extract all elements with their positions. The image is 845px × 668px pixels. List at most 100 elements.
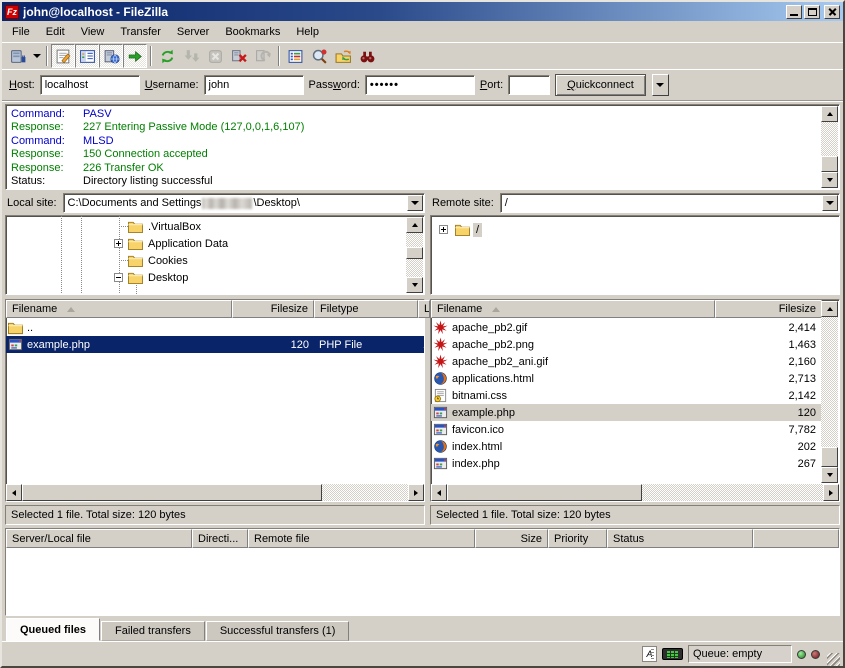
quickconnect-dropdown[interactable] xyxy=(652,74,669,96)
local-horizontal-scrollbar[interactable] xyxy=(6,484,424,501)
toggle-remote-treeview-button[interactable] xyxy=(99,44,123,68)
tab-successful-transfers[interactable]: Successful transfers (1) xyxy=(206,621,350,641)
file-row[interactable]: .. xyxy=(6,319,424,336)
scroll-thumb[interactable] xyxy=(447,484,642,501)
toolbar-separator xyxy=(46,46,48,66)
synchronized-browsing-button[interactable] xyxy=(331,44,355,68)
port-input[interactable] xyxy=(508,75,550,95)
resize-grip[interactable] xyxy=(827,653,840,666)
scroll-thumb[interactable] xyxy=(22,484,322,501)
scroll-up-button[interactable] xyxy=(821,106,838,122)
scroll-up-button[interactable] xyxy=(821,301,838,317)
column-header-filetype[interactable]: Filetype xyxy=(314,300,418,318)
file-row-selected[interactable]: example.php 120 xyxy=(431,404,822,421)
password-input[interactable]: •••••• xyxy=(365,75,475,95)
toggle-local-treeview-button[interactable] xyxy=(75,44,99,68)
message-log: Command:PASV Response:227 Entering Passi… xyxy=(5,104,840,190)
close-button[interactable] xyxy=(824,5,840,19)
queue-column-direction[interactable]: Directi... xyxy=(192,529,248,548)
disconnect-button[interactable] xyxy=(227,44,251,68)
scroll-down-button[interactable] xyxy=(821,467,838,483)
file-row[interactable]: index.html 202 xyxy=(431,438,822,455)
remote-list-scrollbar[interactable] xyxy=(821,301,838,483)
column-header-filename[interactable]: Filename xyxy=(6,300,232,318)
data-type-ascii-icon[interactable]: A xyxy=(642,646,657,662)
file-row[interactable]: apache_pb2_ani.gif 2,160 xyxy=(431,353,822,370)
queue-column-priority[interactable]: Priority xyxy=(548,529,607,548)
tree-item[interactable]: Cookies xyxy=(6,252,424,269)
remote-horizontal-scrollbar[interactable] xyxy=(431,484,839,501)
scroll-thumb[interactable] xyxy=(821,447,838,467)
file-row[interactable]: apache_pb2.png 1,463 xyxy=(431,336,822,353)
log-scrollbar[interactable] xyxy=(821,106,838,188)
column-header-filename[interactable]: Filename xyxy=(431,300,715,318)
column-header-last-modified[interactable]: L xyxy=(418,300,430,318)
queue-tab-bar: Queued files Failed transfers Successful… xyxy=(2,616,843,641)
menu-help[interactable]: Help xyxy=(288,23,327,41)
file-row[interactable]: apache_pb2.gif 2,414 xyxy=(431,319,822,336)
tab-failed-transfers[interactable]: Failed transfers xyxy=(101,621,205,641)
expand-icon[interactable] xyxy=(114,239,123,248)
scroll-thumb[interactable] xyxy=(406,247,423,259)
queue-column-status[interactable]: Status xyxy=(607,529,753,548)
scroll-left-button[interactable] xyxy=(6,484,22,501)
minimize-button[interactable] xyxy=(786,5,802,19)
file-row[interactable]: index.php 267 xyxy=(431,455,822,472)
cancel-operation-button[interactable] xyxy=(203,44,227,68)
speed-limits-icon[interactable] xyxy=(662,648,683,660)
username-input[interactable]: john xyxy=(204,75,304,95)
toolbar-separator xyxy=(278,46,280,66)
queue-column-remote-file[interactable]: Remote file xyxy=(248,529,475,548)
tree-item[interactable]: Application Data xyxy=(6,235,424,252)
scroll-right-button[interactable] xyxy=(408,484,424,501)
directory-listing-filters-button[interactable] xyxy=(283,44,307,68)
scroll-right-button[interactable] xyxy=(823,484,839,501)
refresh-button[interactable] xyxy=(155,44,179,68)
sort-ascending-icon xyxy=(492,307,500,312)
column-header-filesize[interactable]: Filesize xyxy=(715,300,822,318)
local-status-text: Selected 1 file. Total size: 120 bytes xyxy=(5,505,425,525)
title-bar[interactable]: Fz john@localhost - FileZilla xyxy=(2,2,843,21)
remote-site-combo-arrow[interactable] xyxy=(822,195,838,211)
remote-site-combo[interactable]: / xyxy=(500,193,840,213)
scroll-left-button[interactable] xyxy=(431,484,447,501)
file-row[interactable]: favicon.ico 7,782 xyxy=(431,421,822,438)
site-manager-button[interactable] xyxy=(6,44,30,68)
scroll-thumb[interactable] xyxy=(821,156,838,172)
find-files-button[interactable] xyxy=(355,44,379,68)
local-site-combo[interactable]: C:\Documents and Settings\Desktop\ xyxy=(63,193,425,213)
menu-view[interactable]: View xyxy=(73,23,113,41)
tree-item[interactable]: Desktop xyxy=(6,269,424,286)
expand-icon[interactable] xyxy=(439,225,448,234)
menu-server[interactable]: Server xyxy=(169,23,217,41)
tree-item[interactable]: .VirtualBox xyxy=(6,218,424,235)
menu-transfer[interactable]: Transfer xyxy=(112,23,169,41)
quickconnect-button[interactable]: Quickconnect xyxy=(555,74,646,96)
menu-file[interactable]: File xyxy=(4,23,38,41)
collapse-icon[interactable] xyxy=(114,273,123,282)
maximize-button[interactable] xyxy=(804,5,820,19)
column-header-filesize[interactable]: Filesize xyxy=(232,300,314,318)
queue-list-area[interactable] xyxy=(6,548,839,615)
queue-column-size[interactable]: Size xyxy=(475,529,548,548)
menu-bookmarks[interactable]: Bookmarks xyxy=(217,23,288,41)
scroll-up-button[interactable] xyxy=(406,217,423,233)
process-queue-button[interactable] xyxy=(179,44,203,68)
queue-column-server-local-file[interactable]: Server/Local file xyxy=(6,529,192,548)
toggle-transfer-queue-button[interactable] xyxy=(123,44,147,68)
local-tree-scrollbar[interactable] xyxy=(406,217,423,293)
site-manager-dropdown[interactable] xyxy=(30,44,43,68)
file-row-selected[interactable]: example.php 120 PHP File 1 xyxy=(6,336,424,353)
toggle-message-log-button[interactable] xyxy=(51,44,75,68)
file-row[interactable]: applications.html 2,713 xyxy=(431,370,822,387)
tree-item[interactable]: / xyxy=(431,221,839,238)
tab-queued-files[interactable]: Queued files xyxy=(6,618,100,641)
scroll-down-button[interactable] xyxy=(406,277,423,293)
host-input[interactable]: localhost xyxy=(40,75,140,95)
scroll-down-button[interactable] xyxy=(821,172,838,188)
local-site-combo-arrow[interactable] xyxy=(407,195,423,211)
file-row[interactable]: bitnami.css 2,142 xyxy=(431,387,822,404)
directory-comparison-button[interactable] xyxy=(307,44,331,68)
menu-edit[interactable]: Edit xyxy=(38,23,73,41)
reconnect-button[interactable] xyxy=(251,44,275,68)
